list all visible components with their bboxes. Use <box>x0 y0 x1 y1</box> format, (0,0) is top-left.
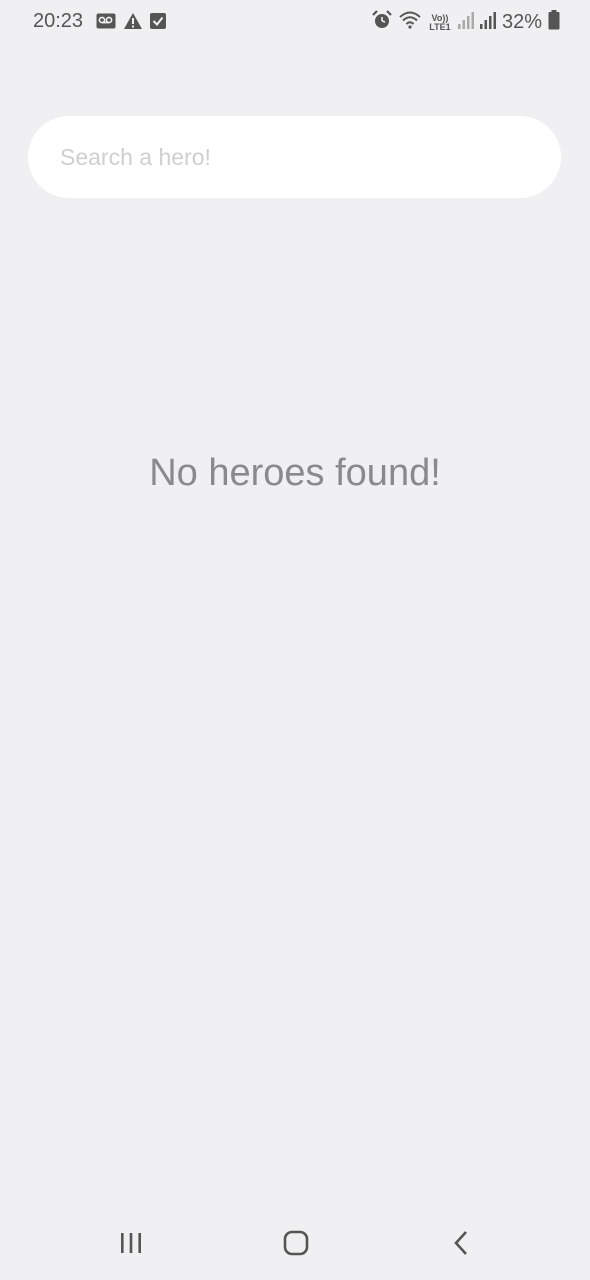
wifi-icon <box>398 10 422 35</box>
network-label-bottom: LTE1 <box>429 21 451 32</box>
status-time: 20:23 <box>33 10 84 32</box>
status-right-icons: Vo)) LTE1 32% <box>372 10 560 35</box>
warning-icon <box>124 13 142 34</box>
search-box[interactable] <box>28 116 561 198</box>
recent-apps-icon <box>119 1232 143 1259</box>
voicemail-icon <box>96 13 116 34</box>
back-button[interactable] <box>441 1228 481 1262</box>
signal-icon <box>479 11 496 34</box>
checkbox-icon <box>150 13 166 34</box>
battery-icon <box>548 10 560 35</box>
status-bar: 20:23 Vo)) LTE1 32% <box>0 0 590 46</box>
search-input[interactable] <box>58 142 531 172</box>
empty-state-message: No heroes found! <box>149 452 441 494</box>
signal-icon <box>457 11 474 34</box>
navigation-bar <box>0 1210 590 1280</box>
alarm-icon <box>372 10 392 35</box>
back-icon <box>453 1230 469 1261</box>
home-button[interactable] <box>276 1228 316 1262</box>
battery-percentage: 32% <box>501 11 542 33</box>
recent-apps-button[interactable] <box>111 1228 151 1262</box>
status-left-icons <box>96 13 166 34</box>
home-icon <box>283 1230 309 1261</box>
volte-lte-icon: Vo)) LTE1 <box>428 13 452 32</box>
